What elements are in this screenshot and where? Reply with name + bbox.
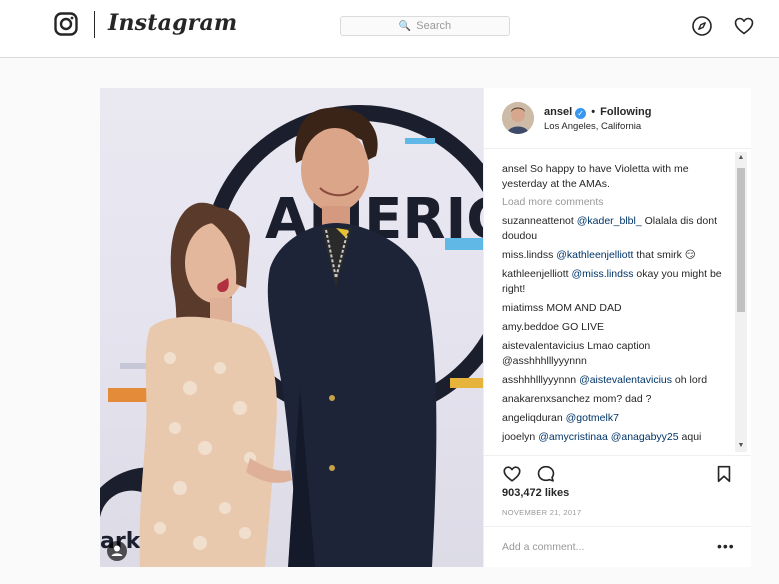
comment-item: anakarenxsanchez mom? dad ? xyxy=(484,392,751,407)
post-username[interactable]: ansel xyxy=(544,106,572,118)
comment-item: miatimss MOM AND DAD xyxy=(484,301,751,316)
like-heart-icon[interactable] xyxy=(502,464,522,484)
comment-username[interactable]: jooelyn xyxy=(502,431,535,443)
comment-item: asshhhlllyyynnn @aistevalentavicius oh l… xyxy=(484,373,751,388)
comment-username[interactable]: amy.beddoe xyxy=(502,321,559,333)
search-placeholder: Search xyxy=(416,20,452,32)
photo-illustration: AMERIC ark xyxy=(100,105,483,567)
verified-badge-icon: ✓ xyxy=(575,108,587,119)
post-date[interactable]: NOVEMBER 21, 2017 xyxy=(502,508,581,517)
comment-item: aistevalentavicius Lmao caption @asshhhl… xyxy=(484,339,751,369)
comment-mention[interactable]: @gotmelk7 xyxy=(566,412,619,424)
avatar-image xyxy=(502,102,534,134)
bookmark-icon[interactable] xyxy=(714,464,734,484)
compass-icon[interactable] xyxy=(691,15,713,37)
comment-text: mom? dad ? xyxy=(590,393,652,405)
add-comment-bar: Add a comment... ••• xyxy=(484,526,751,567)
comment-text: aqui xyxy=(678,431,702,443)
comment-username[interactable]: miss.lindss xyxy=(502,249,553,261)
comment-item: kathleenjelliott @miss.lindss okay you m… xyxy=(484,267,751,297)
more-options-icon[interactable]: ••• xyxy=(717,538,735,554)
comment-username[interactable]: suzanneattenot xyxy=(502,215,574,227)
comment-text: oh lord xyxy=(672,374,708,386)
comments-list: ansel So happy to have Violetta with me … xyxy=(484,148,751,454)
post-username-row: ansel ✓ • Following xyxy=(544,106,651,119)
comment-item: amy.beddoe GO LIVE xyxy=(484,320,751,335)
comment-item: miss.lindss @kathleenjelliott that smirk… xyxy=(484,248,751,263)
user-tag-icon[interactable] xyxy=(106,540,128,562)
following-button[interactable]: Following xyxy=(600,106,651,118)
comment-username[interactable]: anakarenxsanchez xyxy=(502,393,590,405)
load-more-comments-link[interactable]: Load more comments xyxy=(484,196,751,208)
comment-mention[interactable]: @aistevalentavicius xyxy=(579,374,672,386)
comment-text: MOM AND DAD xyxy=(543,302,622,314)
instagram-glyph-icon[interactable] xyxy=(54,12,78,36)
search-input[interactable]: 🔍 Search xyxy=(340,16,510,36)
post-photo[interactable]: AMERIC ark xyxy=(100,88,483,567)
comment-username[interactable]: aistevalentavicius xyxy=(502,340,584,352)
scroll-up-arrow-icon[interactable]: ▲ xyxy=(735,152,747,164)
comment-mention[interactable]: @miss.lindss xyxy=(571,268,633,280)
comment-text: that smirk 😏 xyxy=(633,249,696,261)
search-icon: 🔍 xyxy=(398,20,412,32)
likes-count[interactable]: 903,472 likes xyxy=(502,487,569,499)
caption-text: So happy to have Violetta with me yester… xyxy=(502,163,689,190)
caption: ansel So happy to have Violetta with me … xyxy=(484,162,751,192)
comment-username[interactable]: asshhhlllyyynnn xyxy=(502,374,576,386)
post-header: ansel ✓ • Following Los Angeles, Californ… xyxy=(484,88,751,149)
comment-text: GO LIVE xyxy=(559,321,604,333)
separator-dot: • xyxy=(591,106,596,118)
comment-item: jooelyn @amycristinaa @anagabyy25 aqui xyxy=(484,430,751,445)
scroll-down-arrow-icon[interactable]: ▼ xyxy=(735,440,747,452)
comment-mention[interactable]: @kathleenjelliott xyxy=(556,249,633,261)
post-sidebar: ansel ✓ • Following Los Angeles, Californ… xyxy=(483,88,751,567)
comment-username[interactable]: kathleenjelliott xyxy=(502,268,569,280)
comment-username[interactable]: miatimss xyxy=(502,302,543,314)
caption-username[interactable]: ansel xyxy=(502,163,527,175)
top-nav: Instagram 🔍 Search xyxy=(0,0,779,58)
scrollbar-thumb[interactable] xyxy=(737,168,745,312)
comments-scrollbar[interactable]: ▲ ▼ xyxy=(735,152,747,452)
comment-username[interactable]: angeliqduran xyxy=(502,412,563,424)
comment-item: suzanneattenot @kader_blbl_ Olalala dis … xyxy=(484,214,751,244)
comment-bubble-icon[interactable] xyxy=(536,464,556,484)
add-comment-input[interactable]: Add a comment... xyxy=(502,541,584,553)
comment-item: angeliqduran @gotmelk7 xyxy=(484,411,751,426)
post-location[interactable]: Los Angeles, California xyxy=(544,121,641,132)
comment-mention[interactable]: @kader_blbl_ xyxy=(577,215,642,227)
heart-icon[interactable] xyxy=(733,15,755,37)
instagram-wordmark[interactable]: Instagram xyxy=(108,10,237,36)
comment-mention[interactable]: @amycristinaa @anagabyy25 xyxy=(538,431,678,443)
logo-divider xyxy=(94,11,95,38)
avatar[interactable] xyxy=(502,102,534,134)
